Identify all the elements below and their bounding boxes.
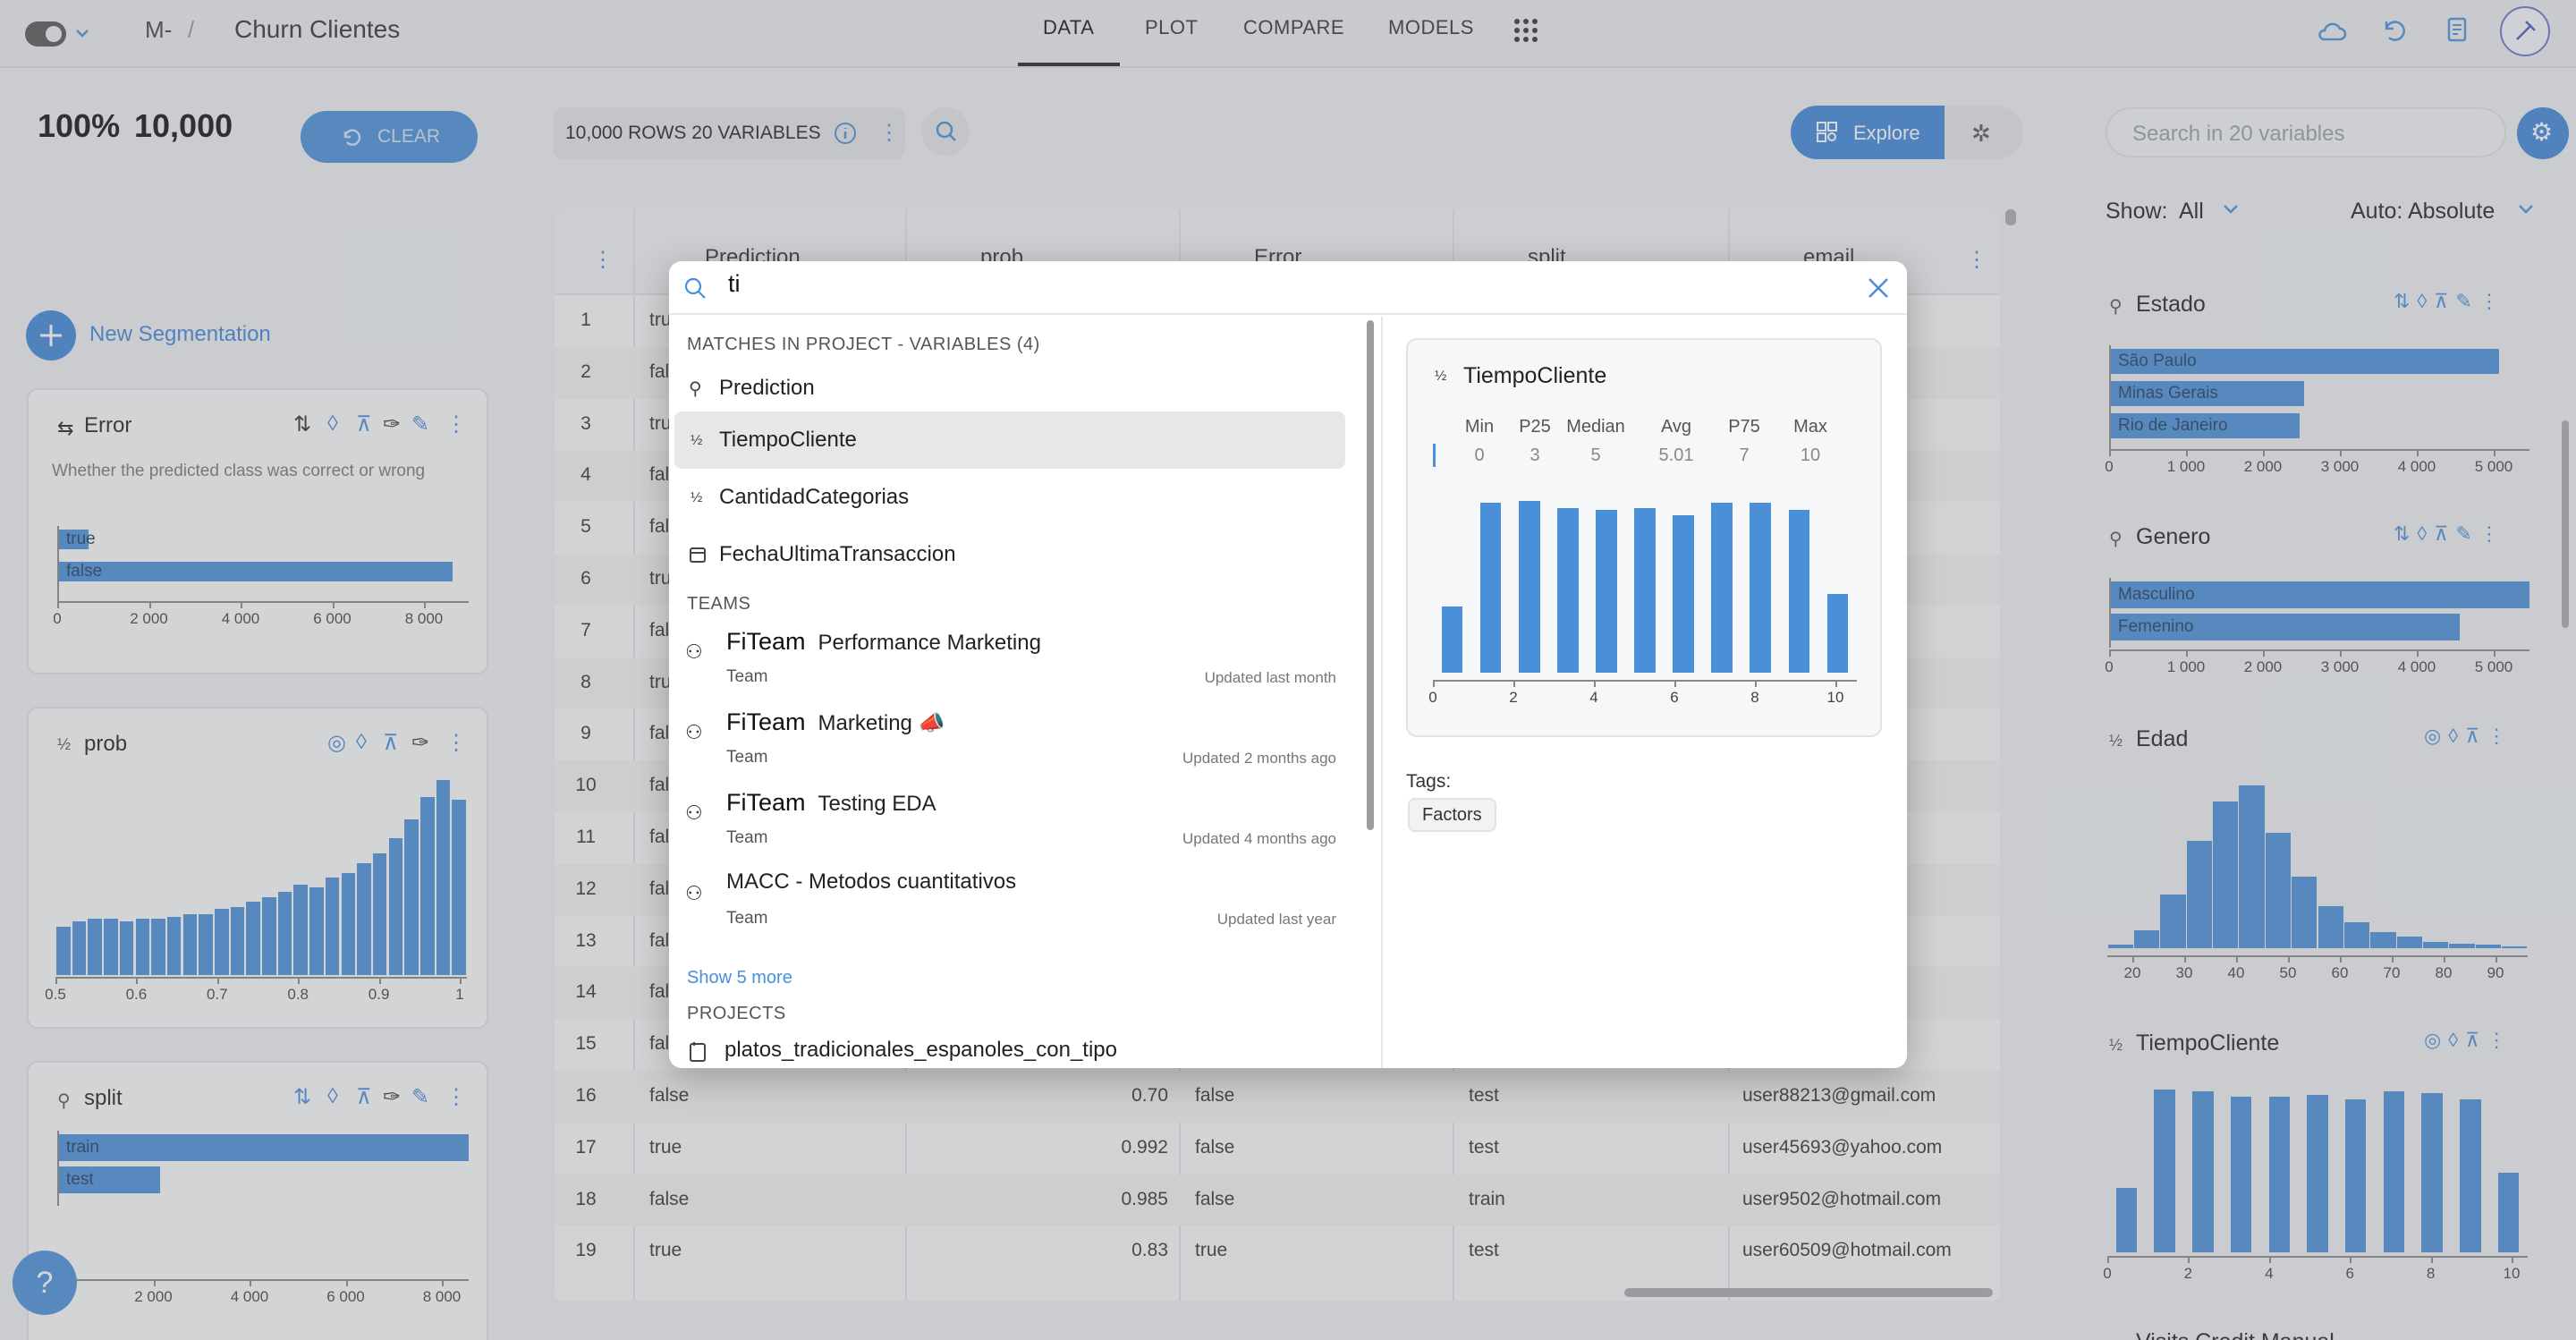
team-type: Team bbox=[726, 828, 768, 847]
histogram-bar[interactable] bbox=[1596, 509, 1617, 673]
result-variable-fechaultimatransaccion[interactable]: FechaUltimaTransaccion bbox=[719, 542, 956, 567]
result-team[interactable]: ⚇ FiTeam Testing EDA Team Updated 4 months a… bbox=[669, 782, 1377, 857]
search-modal: ti MATCHES IN PROJECT - VARIABLES (4) ⚲ … bbox=[669, 261, 1907, 1068]
results-scrollbar[interactable] bbox=[1367, 320, 1374, 830]
result-variable-cantidadcategorias[interactable]: CantidadCategorias bbox=[719, 485, 909, 510]
team-icon: ⚇ bbox=[685, 721, 703, 743]
histogram-bar[interactable] bbox=[1750, 502, 1772, 673]
preview-title: TiempoCliente bbox=[1463, 363, 1607, 388]
tick-label: 6 bbox=[1670, 689, 1679, 706]
team-name: MACC - Metodos cuantitativos bbox=[726, 869, 1017, 894]
matches-header: MATCHES IN PROJECT - VARIABLES (4) bbox=[687, 335, 1040, 354]
result-team[interactable]: ⚇ FiTeam Performance Marketing Team Updated … bbox=[669, 621, 1377, 696]
calendar-icon bbox=[689, 546, 707, 564]
team-org: FiTeam bbox=[726, 628, 806, 655]
team-org: FiTeam bbox=[726, 789, 806, 816]
stat-value: 7 bbox=[1739, 445, 1750, 465]
stat-label: Max bbox=[1793, 417, 1827, 437]
numeric-icon: ½ bbox=[1435, 369, 1447, 384]
projects-header: PROJECTS bbox=[687, 1004, 786, 1023]
result-team[interactable]: ⚇ FiTeam Marketing 📣 Team Updated 2 months a… bbox=[669, 701, 1377, 776]
histogram-bar[interactable] bbox=[1441, 606, 1463, 673]
project-icon bbox=[689, 1041, 708, 1063]
numeric-icon: ½ bbox=[691, 490, 703, 505]
search-bar: ti bbox=[669, 261, 1907, 315]
numeric-icon: ½ bbox=[691, 433, 703, 448]
team-icon: ⚇ bbox=[685, 801, 703, 824]
team-updated: Updated last year bbox=[1216, 911, 1336, 928]
tick-mark bbox=[1755, 680, 1757, 687]
result-variable-prediction[interactable]: Prediction bbox=[719, 376, 815, 401]
preview-histogram bbox=[1433, 501, 1857, 673]
category-icon: ⚲ bbox=[689, 379, 702, 399]
search-query-input[interactable]: ti bbox=[728, 270, 741, 298]
team-org: FiTeam bbox=[726, 708, 806, 735]
team-icon: ⚇ bbox=[685, 640, 703, 663]
team-type: Team bbox=[726, 909, 768, 928]
results-list: MATCHES IN PROJECT - VARIABLES (4) ⚲ Pre… bbox=[669, 317, 1377, 1068]
team-icon: ⚇ bbox=[685, 882, 703, 904]
stat-marker bbox=[1433, 444, 1436, 467]
histogram-bar[interactable] bbox=[1479, 502, 1502, 673]
team-name-line: MACC - Metodos cuantitativos bbox=[726, 869, 1016, 895]
variable-preview-card: ½ TiempoCliente Min 0 P25 3 Median 5 Avg 5.01 P7… bbox=[1406, 338, 1882, 737]
histogram-bar[interactable] bbox=[1556, 507, 1579, 673]
tick-label: 8 bbox=[1750, 689, 1759, 706]
team-name-line: FiTeam Marketing 📣 bbox=[726, 708, 945, 736]
histogram-bar[interactable] bbox=[1518, 501, 1540, 673]
histogram-bar[interactable] bbox=[1826, 593, 1849, 673]
preview-stats: Min 0 P25 3 Median 5 Avg 5.01 P75 7 Max 10 bbox=[1426, 417, 1873, 471]
result-project[interactable]: platos_tradicionales_espanoles_con_tipo bbox=[724, 1038, 1117, 1063]
tick-mark bbox=[1513, 680, 1515, 687]
tick-mark bbox=[1594, 680, 1596, 687]
tick-mark bbox=[1433, 680, 1435, 687]
team-updated: Updated 4 months ago bbox=[1182, 830, 1336, 847]
tick-label: 2 bbox=[1509, 689, 1518, 706]
team-name-line: FiTeam Testing EDA bbox=[726, 789, 936, 817]
close-icon[interactable] bbox=[1866, 276, 1891, 301]
tick-mark bbox=[1674, 680, 1676, 687]
teams-list: ⚇ FiTeam Performance Marketing Team Updated … bbox=[669, 621, 1377, 979]
histogram-bar[interactable] bbox=[1634, 507, 1656, 673]
team-name: Testing EDA bbox=[818, 792, 936, 816]
team-updated: Updated last month bbox=[1204, 669, 1336, 686]
stat-label: Avg bbox=[1660, 417, 1692, 437]
team-type: Team bbox=[726, 667, 768, 686]
histogram-bar[interactable] bbox=[1673, 514, 1694, 673]
tag-chip[interactable]: Factors bbox=[1408, 798, 1496, 832]
team-name: Marketing 📣 bbox=[818, 711, 945, 735]
search-icon bbox=[683, 276, 708, 301]
show-more-link[interactable]: Show 5 more bbox=[687, 968, 792, 988]
divider bbox=[1381, 317, 1383, 1068]
stat-value: 5.01 bbox=[1658, 445, 1694, 465]
stat-value: 5 bbox=[1590, 445, 1601, 465]
tick-mark bbox=[1835, 680, 1837, 687]
teams-header: TEAMS bbox=[687, 594, 751, 614]
result-team[interactable]: ⚇ MACC - Metodos cuantitativos Team Updated… bbox=[669, 862, 1377, 937]
team-updated: Updated 2 months ago bbox=[1182, 750, 1336, 767]
histogram-bar[interactable] bbox=[1711, 502, 1733, 673]
team-type: Team bbox=[726, 748, 768, 767]
result-variable-tiempocliente[interactable]: TiempoCliente bbox=[719, 428, 857, 453]
axis-line bbox=[1433, 680, 1857, 682]
histogram-bar[interactable] bbox=[1788, 509, 1810, 673]
stat-value: 10 bbox=[1800, 445, 1821, 465]
team-name: Performance Marketing bbox=[818, 631, 1041, 655]
stat-label: P75 bbox=[1728, 417, 1760, 437]
tick-label: 0 bbox=[1428, 689, 1437, 706]
tick-label: 10 bbox=[1826, 689, 1844, 706]
team-name-line: FiTeam Performance Marketing bbox=[726, 628, 1041, 656]
preview-axis: 0 2 4 6 8 10 bbox=[1428, 680, 1857, 707]
tags-label: Tags: bbox=[1406, 771, 1452, 792]
stat-label: Median bbox=[1566, 417, 1625, 437]
tick-label: 4 bbox=[1589, 689, 1598, 706]
